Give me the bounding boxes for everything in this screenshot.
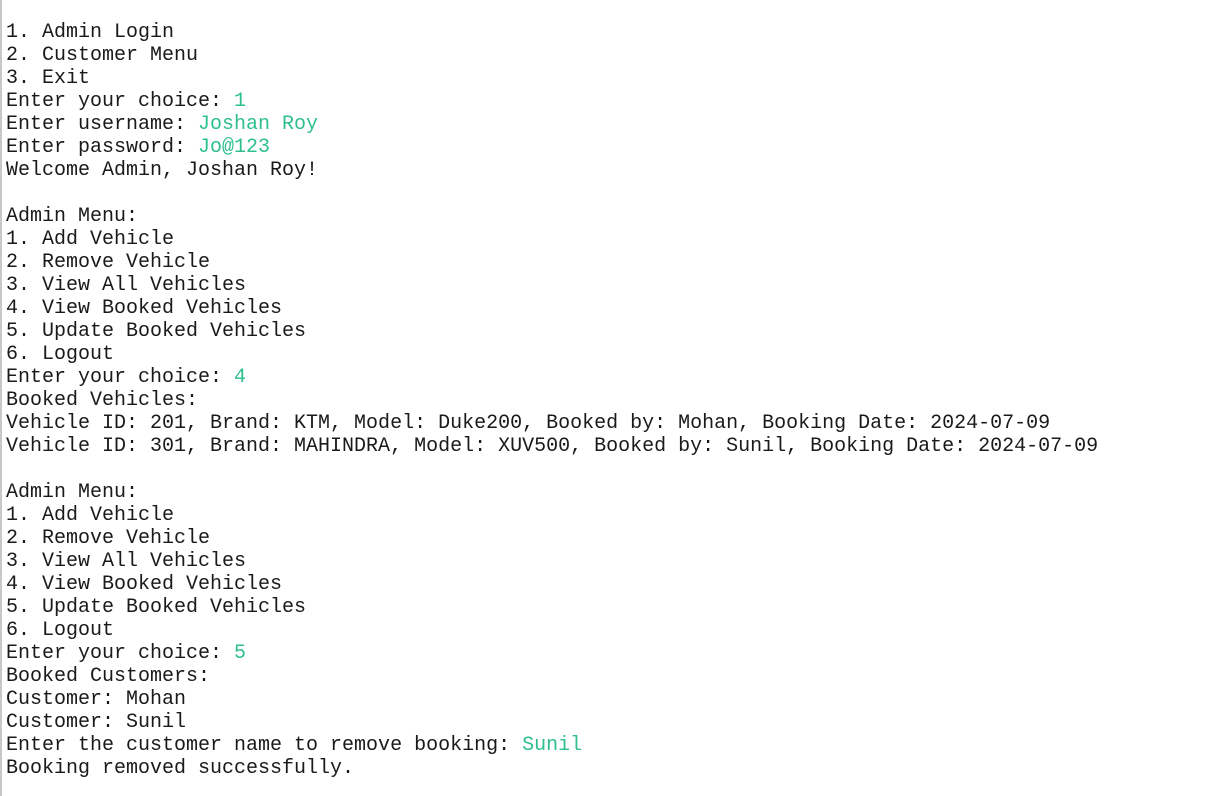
console-line: 6. Logout xyxy=(6,343,1098,366)
console-line: Vehicle ID: 201, Brand: KTM, Model: Duke… xyxy=(6,412,1098,435)
console-line-text: 4. View Booked Vehicles xyxy=(6,297,283,320)
console-line: Enter the customer name to remove bookin… xyxy=(6,734,1098,757)
console-line: 5. Update Booked Vehicles xyxy=(6,596,1098,619)
console-line-text: Enter your choice: xyxy=(6,90,235,113)
console-line: 5. Update Booked Vehicles xyxy=(6,320,1098,343)
console-line: Enter your choice: 4 xyxy=(6,366,1098,389)
console-output[interactable]: 1. Admin Login 2. Customer Menu 3. Exit Ent… xyxy=(6,21,1098,780)
console-line: 1. Add Vehicle xyxy=(6,228,1098,251)
console-line: Booked Vehicles: xyxy=(6,389,1098,412)
console-line-text: Enter the customer name to remove bookin… xyxy=(6,734,523,757)
console-line-text: 5. Update Booked Vehicles xyxy=(6,596,307,619)
console-line-text: 1. Add Vehicle xyxy=(6,504,175,527)
console-line: 4. View Booked Vehicles xyxy=(6,297,1098,320)
console-line-text: 6. Logout xyxy=(6,619,115,642)
console-line-text: Enter username: xyxy=(6,113,199,136)
console-line-text: Booked Vehicles: xyxy=(6,389,199,412)
console-line-text: Enter password: xyxy=(6,136,199,159)
console-line-text: Welcome Admin, Joshan Roy! xyxy=(6,159,319,182)
console-line: Customer: Mohan xyxy=(6,688,1098,711)
console-line-text: 2. Customer Menu xyxy=(6,44,199,67)
console-line: 3. Exit xyxy=(6,67,1098,90)
console-line-text: 6. Logout xyxy=(6,343,115,366)
console-line: Booking removed successfully. xyxy=(6,757,1098,780)
console-line-text: 2. Remove Vehicle xyxy=(6,527,211,550)
console-line: Customer: Sunil xyxy=(6,711,1098,734)
console-line: Enter password: Jo@123 xyxy=(6,136,1098,159)
console-line: Vehicle ID: 301, Brand: MAHINDRA, Model:… xyxy=(6,435,1098,458)
console-line: Admin Menu: xyxy=(6,205,1098,228)
console-line: Enter your choice: 5 xyxy=(6,642,1098,665)
console-line-text: 3. View All Vehicles xyxy=(6,550,247,573)
console-line-text: 2. Remove Vehicle xyxy=(6,251,211,274)
console-user-input: 5 xyxy=(234,642,247,665)
console-line-text: Booked Customers: xyxy=(6,665,211,688)
console-line-text: 3. Exit xyxy=(6,67,91,90)
console-line: Admin Menu: xyxy=(6,481,1098,504)
console-left-border xyxy=(0,0,2,796)
console-line-text: Customer: Mohan xyxy=(6,688,187,711)
console-line: Welcome Admin, Joshan Roy! xyxy=(6,159,1098,182)
console-line-text: Customer: Sunil xyxy=(6,711,187,734)
console-line-text: Vehicle ID: 301, Brand: MAHINDRA, Model:… xyxy=(6,435,1099,458)
console-line: 3. View All Vehicles xyxy=(6,274,1098,297)
console-line-text: Enter your choice: xyxy=(6,366,235,389)
console-user-input: 1 xyxy=(234,90,247,113)
console-user-input: Jo@123 xyxy=(198,136,271,159)
console-line: 2. Customer Menu xyxy=(6,44,1098,67)
console-user-input: Joshan Roy xyxy=(198,113,319,136)
console-line-text: 4. View Booked Vehicles xyxy=(6,573,283,596)
console-line-text: Admin Menu: xyxy=(6,481,139,504)
console-line-text: Vehicle ID: 201, Brand: KTM, Model: Duke… xyxy=(6,412,1051,435)
console-line: 6. Logout xyxy=(6,619,1098,642)
console-line-text: 1. Add Vehicle xyxy=(6,228,175,251)
console-line: 2. Remove Vehicle xyxy=(6,527,1098,550)
console-line: 2. Remove Vehicle xyxy=(6,251,1098,274)
console-line: 1. Admin Login xyxy=(6,21,1098,44)
console-line-text: 1. Admin Login xyxy=(6,21,175,44)
console-line-text: Admin Menu: xyxy=(6,205,139,228)
console-user-input: 4 xyxy=(234,366,247,389)
console-line-text: 3. View All Vehicles xyxy=(6,274,247,297)
console-line: Enter username: Joshan Roy xyxy=(6,113,1098,136)
console-line: 3. View All Vehicles xyxy=(6,550,1098,573)
console-user-input: Sunil xyxy=(522,734,583,757)
console-line: Enter your choice: 1 xyxy=(6,90,1098,113)
console-line-text: 5. Update Booked Vehicles xyxy=(6,320,307,343)
console-line: 4. View Booked Vehicles xyxy=(6,573,1098,596)
console-line: Booked Customers: xyxy=(6,665,1098,688)
console-line-text: Enter your choice: xyxy=(6,642,235,665)
console-line: 1. Add Vehicle xyxy=(6,504,1098,527)
console-line-text: Booking removed successfully. xyxy=(6,757,355,780)
